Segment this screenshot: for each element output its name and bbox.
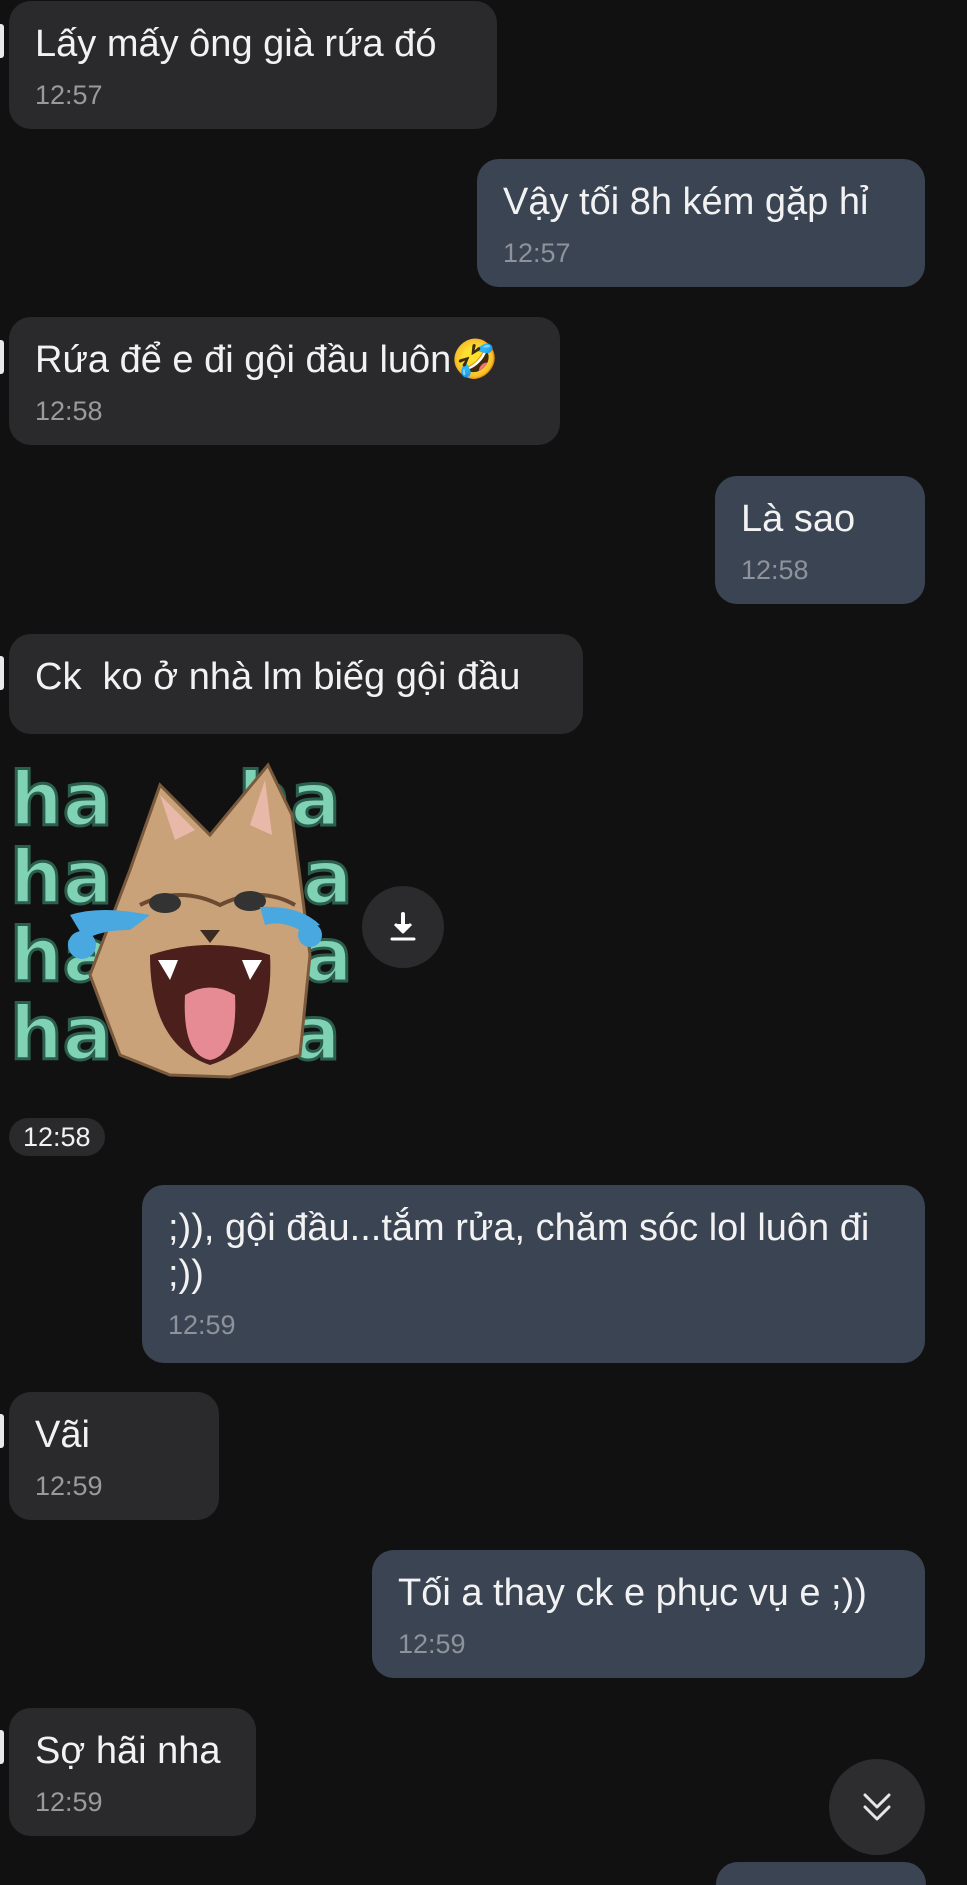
message-bubble-outgoing[interactable]: ;)), gội đầu...tắm rửa, chăm sóc lol luô… — [142, 1185, 925, 1363]
message-text: Vậy tối 8h kém gặp hỉ — [503, 181, 869, 223]
message-bubble-outgoing[interactable]: Là sao 12:58 — [715, 476, 925, 604]
incoming-indicator — [0, 24, 4, 58]
message-time: 12:59 — [35, 1471, 103, 1501]
incoming-indicator — [0, 1730, 4, 1764]
message-text: Sợ hãi nha — [35, 1730, 221, 1772]
message-time: 12:59 — [168, 1310, 236, 1340]
double-chevron-down-icon — [863, 1793, 891, 1821]
message-bubble-outgoing[interactable]: Tối a thay ck e phục vụ e ;)) 12:59 — [372, 1550, 925, 1678]
scroll-to-bottom-button[interactable] — [829, 1759, 925, 1855]
message-time: 12:57 — [503, 238, 571, 268]
sticker-word: ha — [10, 991, 113, 1077]
message-text: Vãi — [35, 1414, 90, 1456]
message-bubble-incoming[interactable]: Ck ko ở nhà lm biếg gội đầu — [9, 634, 583, 734]
download-button[interactable] — [362, 886, 444, 968]
message-bubble-outgoing-partial[interactable] — [716, 1862, 926, 1885]
message-text: Rứa để e đi gội đầu luôn🤣 — [35, 339, 499, 381]
message-time: 12:59 — [35, 1787, 103, 1817]
sticker-word: ha — [10, 757, 113, 843]
message-text: Là sao — [741, 498, 856, 540]
message-bubble-incoming[interactable]: Vãi 12:59 — [9, 1392, 219, 1520]
message-bubble-outgoing[interactable]: Vậy tối 8h kém gặp hỉ 12:57 — [477, 159, 925, 287]
sticker-word: ha — [10, 835, 113, 921]
message-time: 12:58 — [741, 555, 809, 585]
laughing-cat-sticker[interactable]: ha ha ha ha ha ha ha ha — [10, 755, 350, 1085]
chat-view[interactable]: Lấy mấy ông già rứa đó 12:57 Vậy tối 8h … — [0, 0, 967, 1885]
message-bubble-incoming[interactable]: Lấy mấy ông già rứa đó 12:57 — [9, 1, 497, 129]
message-text: Ck ko ở nhà lm biếg gội đầu — [35, 656, 521, 698]
message-text: ;)), gội đầu...tắm rửa, chăm sóc lol luô… — [168, 1207, 880, 1295]
sticker-time: 12:58 — [9, 1118, 105, 1156]
incoming-indicator — [0, 656, 4, 690]
incoming-indicator — [0, 340, 4, 374]
message-time: 12:58 — [35, 396, 103, 426]
message-text: Lấy mấy ông già rứa đó — [35, 23, 437, 65]
message-bubble-incoming[interactable]: Sợ hãi nha 12:59 — [9, 1708, 256, 1836]
download-icon — [390, 912, 416, 941]
incoming-indicator — [0, 1414, 4, 1448]
message-bubble-incoming[interactable]: Rứa để e đi gội đầu luôn🤣 12:58 — [9, 317, 560, 445]
message-text: Tối a thay ck e phục vụ e ;)) — [398, 1572, 867, 1614]
message-time: 12:57 — [35, 80, 103, 110]
message-time: 12:59 — [398, 1629, 466, 1659]
